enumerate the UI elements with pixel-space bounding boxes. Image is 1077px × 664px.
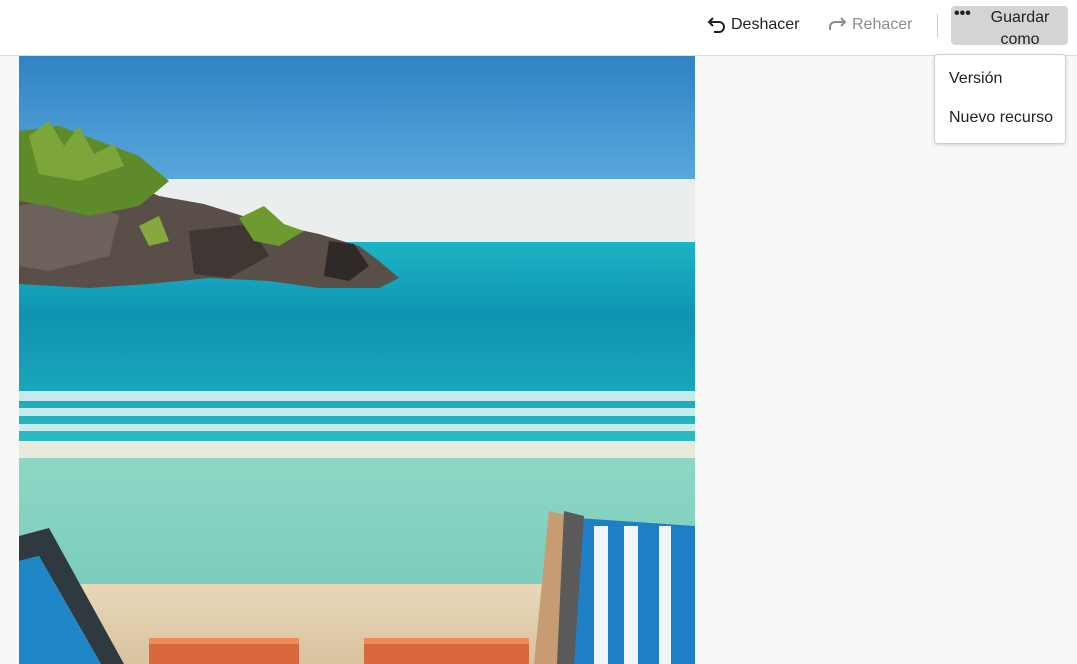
redo-button[interactable]: Rehacer	[826, 16, 912, 34]
undo-label: Deshacer	[731, 16, 800, 33]
save-as-button[interactable]: ••• Guardar como	[951, 5, 1068, 48]
save-as-label: Guardar como	[990, 9, 1050, 48]
undo-button[interactable]: Deshacer	[707, 16, 799, 34]
menu-item-version[interactable]: Versión	[949, 70, 1002, 88]
toolbar-divider	[937, 14, 938, 38]
undo-icon	[707, 16, 727, 34]
beach-image	[19, 56, 695, 664]
image-canvas[interactable]	[19, 56, 695, 664]
menu-item-new-asset[interactable]: Nuevo recurso	[949, 109, 1053, 127]
top-toolbar: Deshacer Rehacer ••• Guardar como	[0, 0, 1077, 56]
redo-label: Rehacer	[852, 16, 913, 33]
save-as-menu: Versión Nuevo recurso	[934, 54, 1066, 144]
redo-icon	[826, 16, 848, 34]
more-horizontal-icon: •••	[954, 5, 971, 22]
